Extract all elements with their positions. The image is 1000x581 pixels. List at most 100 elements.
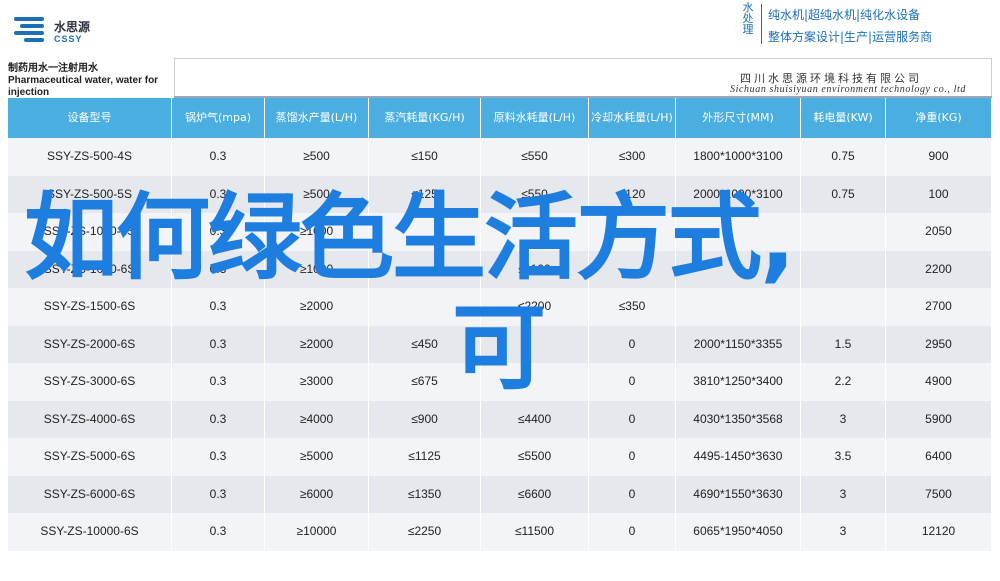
- table-cell: [801, 250, 886, 288]
- table-cell: 12120: [886, 513, 992, 551]
- table-cell: ≤120: [589, 175, 676, 213]
- table-cell: [369, 213, 481, 251]
- table-cell: ≥1000: [265, 213, 369, 251]
- table-row: SSY-ZS-4000-6S 0.3 ≥4000 ≤900 ≤4400 0 4030*135…: [8, 400, 992, 438]
- page-header: 水思源 CSSY 水处理 纯水机|超纯水机|纯化水设备 整体方案设计|生产|运营…: [0, 0, 1000, 56]
- table-row: SSY-ZS-6000-6S 0.3 ≥6000 ≤1350 ≤6600 0 4690*15…: [8, 475, 992, 513]
- table-cell: 0.3: [172, 213, 265, 251]
- table-row: SSY-ZS-1000-5S 0.3 ≥1000 2050: [8, 213, 992, 251]
- table-cell: SSY-ZS-500-5S: [8, 175, 172, 213]
- table-cell: SSY-ZS-500-4S: [8, 138, 172, 176]
- company-logo[interactable]: 水思源 CSSY: [14, 14, 134, 48]
- table-cell: 4690*1550*3630: [676, 475, 801, 513]
- table-row: SSY-ZS-500-5S 0.3 ≥500 ≤125 ≤550 ≤120 2000*100…: [8, 175, 992, 213]
- column-header: 蒸汽耗量(KG/H): [369, 98, 481, 138]
- table-cell: 5900: [886, 400, 992, 438]
- table-cell: ≤6600: [481, 475, 589, 513]
- table-row: SSY-ZS-2000-6S 0.3 ≥2000 ≤450 0 2000*1150*335…: [8, 325, 992, 363]
- table-cell: ≤11500: [481, 513, 589, 551]
- table-cell: 1.5: [801, 325, 886, 363]
- table-cell: [589, 250, 676, 288]
- column-header: 冷却水耗量(L/H): [589, 98, 676, 138]
- table-cell: ≤2200: [481, 288, 589, 326]
- table-cell: ≥3000: [265, 363, 369, 401]
- table-cell: 0.3: [172, 438, 265, 476]
- table-cell: 900: [886, 138, 992, 176]
- table-cell: 2.2: [801, 363, 886, 401]
- table-cell: SSY-ZS-5000-6S: [8, 438, 172, 476]
- table-cell: SSY-ZS-3000-6S: [8, 363, 172, 401]
- logo-mark-icon: [14, 17, 48, 43]
- table-cell: 3: [801, 400, 886, 438]
- table-cell: ≤2250: [369, 513, 481, 551]
- table-cell: 100: [886, 175, 992, 213]
- table-row: SSY-ZS-500-4S 0.3 ≥500 ≤150 ≤550 ≤300 1800*100…: [8, 138, 992, 176]
- table-cell: 0: [589, 400, 676, 438]
- table-cell: ≤300: [589, 138, 676, 176]
- table-cell: ≤550: [481, 175, 589, 213]
- table-cell: ≤550: [481, 138, 589, 176]
- table-cell: ≥5000: [265, 438, 369, 476]
- table-row: SSY-ZS-1500-6S 0.3 ≥2000 ≤2200 ≤350 2700: [8, 288, 992, 326]
- table-cell: ≤5500: [481, 438, 589, 476]
- table-cell: SSY-ZS-1000-6S: [8, 250, 172, 288]
- column-header: 设备型号: [8, 98, 172, 138]
- table-cell: 0: [589, 363, 676, 401]
- table-cell: SSY-ZS-2000-6S: [8, 325, 172, 363]
- table-cell: [801, 288, 886, 326]
- table-cell: 2000*1150*3355: [676, 325, 801, 363]
- table-cell: [481, 213, 589, 251]
- table-header: 设备型号 锅炉气(mpa) 蒸馏水产量(L/H) 蒸汽耗量(KG/H) 原料水耗量(L/…: [8, 98, 992, 138]
- table-cell: 6400: [886, 438, 992, 476]
- table-cell: 3810*1250*3400: [676, 363, 801, 401]
- table-cell: 2950: [886, 325, 992, 363]
- logo-name-cn: 水思源: [54, 20, 91, 34]
- table-cell: 0: [589, 325, 676, 363]
- table-cell: [676, 250, 801, 288]
- table-cell: 0.3: [172, 175, 265, 213]
- table-cell: ≥500: [265, 138, 369, 176]
- table-cell: ≥6000: [265, 475, 369, 513]
- table-cell: ≥1000: [265, 250, 369, 288]
- document-title: 制药用水一注射用水 Pharmaceutical water, water fo…: [8, 63, 159, 98]
- table-cell: 0.3: [172, 475, 265, 513]
- table-cell: SSY-ZS-10000-6S: [8, 513, 172, 551]
- table-cell: 3: [801, 475, 886, 513]
- table-cell: 0.3: [172, 288, 265, 326]
- table-cell: [481, 325, 589, 363]
- table-cell: 0.3: [172, 513, 265, 551]
- column-header: 蒸馏水产量(L/H): [265, 98, 369, 138]
- table-row: SSY-ZS-10000-6S 0.3 ≥10000 ≤2250 ≤11500 0 6065…: [8, 513, 992, 551]
- table-cell: ≥2000: [265, 325, 369, 363]
- brand-slogan: 水处理 纯水机|超纯水机|纯化水设备 整体方案设计|生产|运营服务商: [738, 2, 968, 46]
- table-cell: 1800*1000*3100: [676, 138, 801, 176]
- table-cell: ≤1100: [481, 250, 589, 288]
- brand-line-2: 整体方案设计|生产|运营服务商: [768, 30, 933, 44]
- table-cell: SSY-ZS-1500-6S: [8, 288, 172, 326]
- table-cell: ≤675: [369, 363, 481, 401]
- table-cell: [481, 363, 589, 401]
- table-cell: 0.3: [172, 400, 265, 438]
- table-cell: SSY-ZS-1000-5S: [8, 213, 172, 251]
- table-cell: 4900: [886, 363, 992, 401]
- logo-name-en: CSSY: [54, 34, 83, 44]
- table-cell: [589, 213, 676, 251]
- column-header: 净重(KG): [886, 98, 992, 138]
- table-cell: [676, 288, 801, 326]
- table-cell: ≤350: [589, 288, 676, 326]
- table-cell: 0: [589, 475, 676, 513]
- table-cell: ≥10000: [265, 513, 369, 551]
- table-cell: ≥500: [265, 175, 369, 213]
- column-header: 外形尺寸(MM): [676, 98, 801, 138]
- table-cell: ≤150: [369, 138, 481, 176]
- table-row: SSY-ZS-5000-6S 0.3 ≥5000 ≤1125 ≤5500 0 4495-14…: [8, 438, 992, 476]
- column-header: 耗电量(KW): [801, 98, 886, 138]
- table-cell: 0.75: [801, 138, 886, 176]
- table-row: SSY-ZS-1000-6S 0.3 ≥1000 ≤1100 2200: [8, 250, 992, 288]
- table-cell: SSY-ZS-4000-6S: [8, 400, 172, 438]
- table-cell: 2700: [886, 288, 992, 326]
- table-cell: ≤4400: [481, 400, 589, 438]
- table-cell: [801, 213, 886, 251]
- table-cell: 0.3: [172, 250, 265, 288]
- table-cell: [676, 213, 801, 251]
